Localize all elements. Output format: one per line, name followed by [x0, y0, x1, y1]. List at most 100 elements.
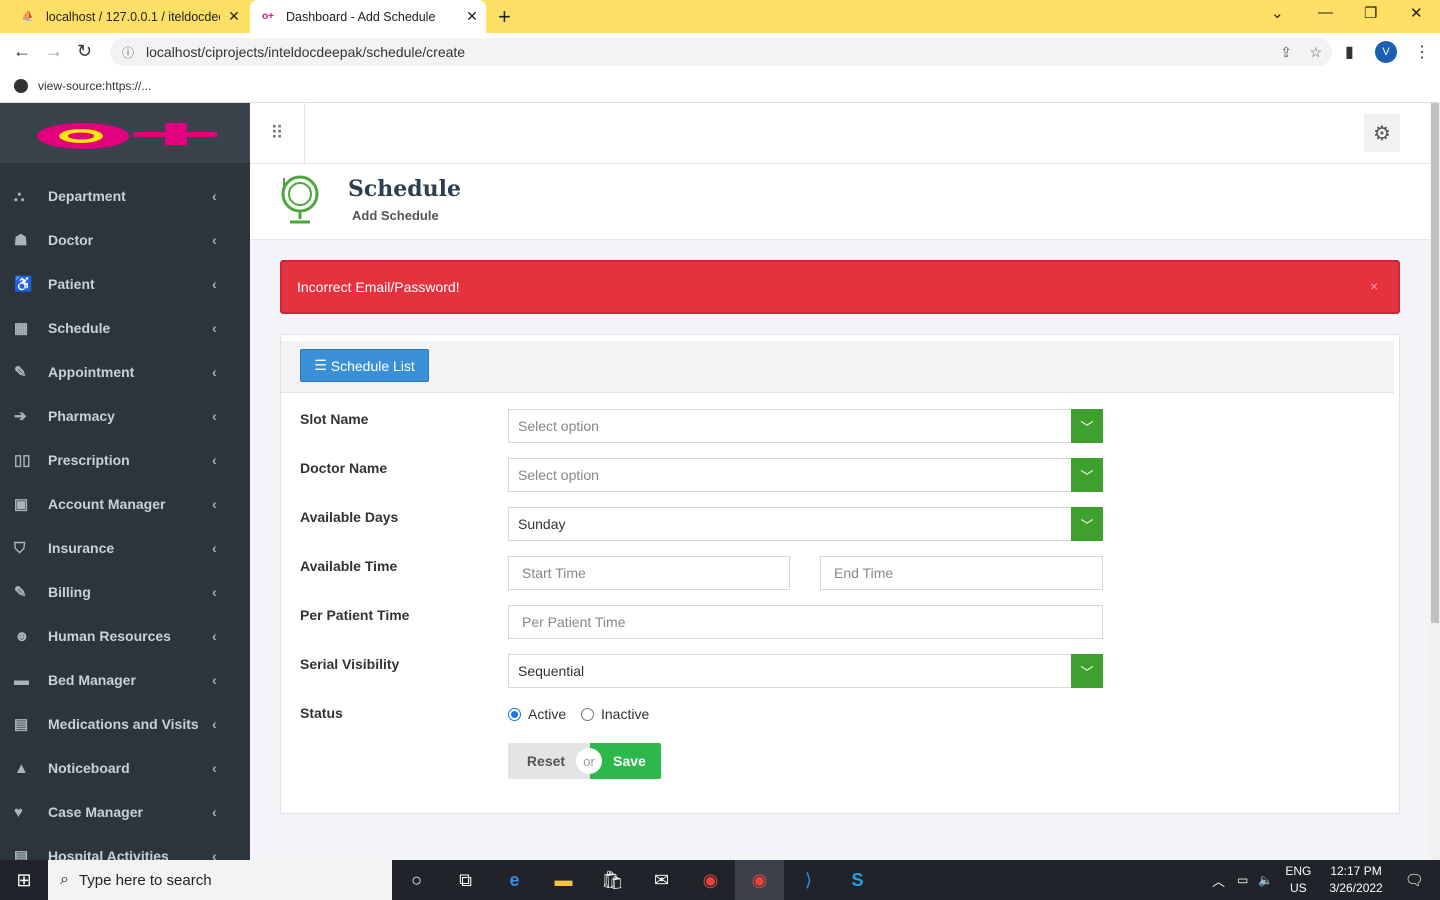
sidebar-item-pharmacy[interactable]: ➔ Pharmacy ‹	[0, 394, 250, 438]
users-icon: ☻	[14, 627, 30, 645]
sidebar-item-doctor[interactable]: ☗ Doctor ‹	[0, 218, 250, 262]
network-icon[interactable]: ▭	[1237, 873, 1248, 887]
sidebar-item-department[interactable]: ⛬ Department ‹	[0, 174, 250, 218]
doctor-name-label: Doctor Name	[300, 460, 388, 476]
serial-visibility-label: Serial Visibility	[300, 656, 400, 672]
chevron-down-icon[interactable]: ﹀	[1071, 458, 1103, 492]
panel-heading	[281, 341, 1394, 393]
search-icon: ⌕	[60, 871, 69, 888]
sidebar-item-prescription[interactable]: ▯▯ Prescription ‹	[0, 438, 250, 482]
scrollbar-thumb[interactable]	[1431, 103, 1439, 623]
chevron-left-icon: ‹	[212, 848, 217, 860]
cortana-icon[interactable]: ○	[392, 860, 441, 900]
sidebar-item-label: Insurance	[48, 540, 115, 556]
side-panel-icon[interactable]: ▮	[1345, 42, 1354, 62]
apps-grid-icon[interactable]: ⠿	[250, 103, 305, 164]
chevron-down-icon[interactable]: ﹀	[1071, 654, 1103, 688]
sidebar-item-case-manager[interactable]: ♥ Case Manager ‹	[0, 790, 250, 834]
notifications-icon[interactable]: 🗨	[1405, 871, 1424, 889]
sidebar-item-insurance[interactable]: ⛉ Insurance ‹	[0, 526, 250, 570]
menu-icon[interactable]: ⋮	[1414, 42, 1430, 62]
volume-muted-icon[interactable]: 🔈	[1258, 873, 1273, 887]
sidebar-item-schedule[interactable]: ▦ Schedule ‹	[0, 306, 250, 350]
serial-visibility-select[interactable]: Sequential ﹀	[508, 654, 1103, 688]
sidebar-item-label: Doctor	[48, 232, 94, 248]
sidebar-item-label: Account Manager	[48, 496, 166, 512]
language-indicator[interactable]: ENG US	[1285, 863, 1311, 897]
app-logo[interactable]	[0, 103, 250, 163]
tab-title: localhost / 127.0.0.1 / iteldocdeepak	[46, 9, 220, 24]
chrome-icon[interactable]: ◉	[686, 860, 735, 900]
back-icon[interactable]: ←	[13, 41, 31, 62]
radio-checked-icon[interactable]	[508, 707, 521, 721]
chrome-profile-icon[interactable]: ◉	[735, 860, 784, 900]
close-tab-icon[interactable]: ✕	[220, 8, 248, 25]
shield-icon: ⛉	[14, 539, 26, 557]
sidebar-item-noticeboard[interactable]: ▲ Noticeboard ‹	[0, 746, 250, 790]
close-window-icon[interactable]: ✕	[1410, 4, 1423, 22]
windows-start-icon[interactable]: ⊞	[0, 860, 48, 900]
available-days-select[interactable]: Sunday ﹀	[508, 507, 1103, 541]
tab-search-icon[interactable]: ⌄	[1271, 4, 1284, 22]
radio-unchecked-icon[interactable]	[581, 707, 594, 721]
alert-message: Incorrect Email/Password!	[297, 279, 460, 295]
status-active-radio[interactable]: Active	[508, 706, 566, 722]
sidebar-item-bed-manager[interactable]: ▬ Bed Manager ‹	[0, 658, 250, 702]
close-tab-icon[interactable]: ✕	[458, 8, 486, 25]
share-icon[interactable]: ⇪	[1280, 44, 1292, 61]
restore-icon[interactable]: ❐	[1364, 4, 1377, 22]
chevron-left-icon: ‹	[212, 188, 217, 204]
sidebar-item-account-manager[interactable]: ▣ Account Manager ‹	[0, 482, 250, 526]
sidebar-item-human-resources[interactable]: ☻ Human Resources ‹	[0, 614, 250, 658]
tab-dashboard[interactable]: o+ Dashboard - Add Schedule ✕	[250, 0, 486, 33]
clock[interactable]: 12:17 PM 3/26/2022	[1329, 863, 1382, 897]
skype-icon[interactable]: S	[833, 860, 882, 900]
taskbar-search[interactable]: ⌕ Type here to search	[48, 860, 392, 900]
bookmark-item[interactable]: view-source:https://...	[38, 79, 151, 93]
sidebar-item-appointment[interactable]: ✎ Appointment ‹	[0, 350, 250, 394]
start-time-input[interactable]: Start Time	[508, 556, 790, 590]
sidebar-item-patient[interactable]: ♿ Patient ‹	[0, 262, 250, 306]
chevron-left-icon: ‹	[212, 672, 217, 688]
doctor-name-select[interactable]: Select option ﹀	[508, 458, 1103, 492]
sidebar-item-medications-and-visits[interactable]: ▤ Medications and Visits ‹	[0, 702, 250, 746]
tab-phpmyadmin[interactable]: ⛵ localhost / 127.0.0.1 / iteldocdeepak …	[8, 0, 248, 33]
forward-icon[interactable]: →	[45, 41, 63, 62]
url-bar[interactable]: ⓘ localhost/ciprojects/inteldocdeepak/sc…	[110, 38, 1332, 66]
per-patient-time-input[interactable]: Per Patient Time	[508, 605, 1103, 639]
edge-icon[interactable]: e	[490, 860, 539, 900]
chevron-down-icon[interactable]: ﹀	[1071, 409, 1103, 443]
sidebar-item-billing[interactable]: ✎ Billing ‹	[0, 570, 250, 614]
settings-gear-icon[interactable]: ⚙	[1364, 114, 1400, 152]
reload-icon[interactable]: ↻	[77, 41, 92, 62]
alert-close-icon[interactable]: ×	[1370, 278, 1378, 294]
mail-icon[interactable]: ✉	[637, 860, 686, 900]
list-icon: ☰	[314, 357, 327, 373]
sidebar: ⛬ Department ‹ ☗ Doctor ‹ ♿ Patient ‹ ▦ Schedule ‹ ✎…	[0, 103, 250, 860]
date-text: 3/26/2022	[1329, 881, 1383, 895]
status-inactive-label: Inactive	[601, 706, 650, 722]
end-time-input[interactable]: End Time	[820, 556, 1103, 590]
status-inactive-radio[interactable]: Inactive	[581, 706, 649, 722]
vscode-icon[interactable]: ⟩	[784, 860, 833, 900]
minimize-icon[interactable]: —	[1318, 4, 1333, 21]
taskbar-search-placeholder: Type here to search	[78, 871, 212, 889]
hospital-icon: ▤	[14, 716, 29, 733]
sidebar-item-hospital-activities[interactable]: ▤ Hospital Activities ‹	[0, 834, 250, 860]
info-icon[interactable]: ⓘ	[122, 44, 134, 61]
file-explorer-icon[interactable]: ▬	[539, 860, 588, 900]
profile-avatar[interactable]: V	[1375, 41, 1397, 63]
globe-logo-icon	[278, 172, 322, 231]
sidebar-item-label: Prescription	[48, 452, 130, 468]
store-icon[interactable]: 🛍	[588, 860, 637, 900]
slot-name-select[interactable]: Select option ﹀	[508, 409, 1103, 443]
new-tab-icon[interactable]: +	[498, 4, 511, 30]
chevron-down-icon[interactable]: ﹀	[1071, 507, 1103, 541]
tray-chevron-up-icon[interactable]: ︿	[1212, 871, 1225, 890]
bookmark-star-icon[interactable]: ☆	[1309, 44, 1322, 61]
slot-name-label: Slot Name	[300, 411, 369, 427]
task-view-icon[interactable]: ⧉	[441, 860, 490, 900]
sidebar-item-label: Billing	[48, 584, 91, 600]
schedule-list-button[interactable]: ☰ Schedule List	[300, 349, 429, 382]
clipboard-icon: ▤	[14, 848, 29, 860]
